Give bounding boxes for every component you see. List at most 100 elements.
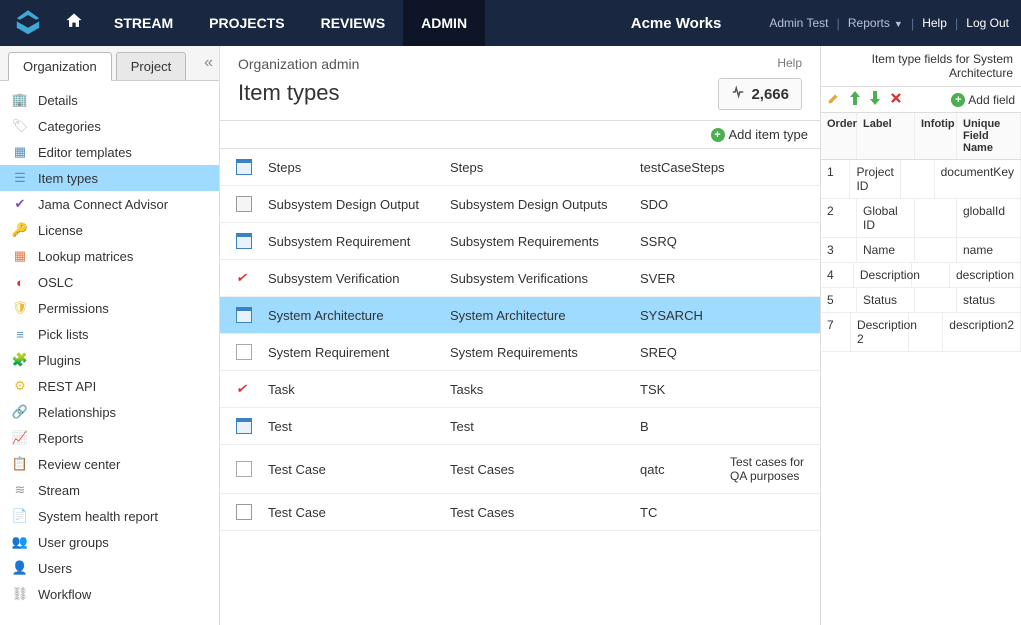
item-type-row[interactable]: StepsStepstestCaseSteps [220, 149, 820, 186]
field-infotip [912, 263, 950, 287]
item-key: qatc [640, 462, 730, 477]
sidebar-tabs: OrganizationProject « [0, 46, 219, 81]
item-name: Subsystem Requirement [260, 234, 450, 249]
link-icon: 🔗 [12, 404, 28, 420]
item-type-row[interactable]: System RequirementSystem RequirementsSRE… [220, 334, 820, 371]
field-row[interactable]: 7Description 2description2 [821, 313, 1021, 352]
col-label[interactable]: Label [857, 113, 915, 159]
field-infotip [915, 199, 957, 237]
sidebar-item-item-types[interactable]: ☰Item types [0, 165, 219, 191]
field-row[interactable]: 3Namename [821, 238, 1021, 263]
item-type-row[interactable]: Test CaseTest CasesTC [220, 494, 820, 531]
folder-type-icon [236, 196, 252, 212]
user-link[interactable]: Admin Test [769, 16, 828, 30]
sidebar-item-workflow[interactable]: ⛓Workflow [0, 581, 219, 607]
field-row[interactable]: 5Statusstatus [821, 288, 1021, 313]
content-header: Organization admin Help Item types 2,666 [220, 46, 820, 121]
sidebar-item-license[interactable]: 🔑License [0, 217, 219, 243]
fields-panel: Item type fields for System Architecture… [821, 46, 1021, 625]
sidebar-item-user-groups[interactable]: 👥User groups [0, 529, 219, 555]
picklist-icon: ≡ [12, 326, 28, 342]
doc-type-icon [236, 233, 252, 249]
sidebar-item-label: REST API [38, 379, 96, 394]
nav-reviews[interactable]: REVIEWS [303, 0, 404, 46]
sidebar-item-label: Lookup matrices [38, 249, 133, 264]
reports-dropdown[interactable]: Reports▼ [848, 16, 903, 30]
item-type-row[interactable]: Test CaseTest CasesqatcTest cases for QA… [220, 445, 820, 494]
delete-icon[interactable] [889, 91, 903, 108]
col-infotip[interactable]: Infotip [915, 113, 957, 159]
add-item-type-button[interactable]: + Add item type [711, 127, 809, 142]
stream-icon: ≋ [12, 482, 28, 498]
collapse-sidebar-icon[interactable]: « [204, 54, 213, 72]
sidebar-item-system-health-report[interactable]: 📄System health report [0, 503, 219, 529]
nav-projects[interactable]: PROJECTS [191, 0, 302, 46]
item-type-row[interactable]: Subsystem RequirementSubsystem Requireme… [220, 223, 820, 260]
sidebar-item-label: Item types [38, 171, 98, 186]
sidebar-item-label: Workflow [38, 587, 91, 602]
item-types-table[interactable]: StepsStepstestCaseStepsSubsystem Design … [220, 149, 820, 625]
page-type-icon [236, 344, 252, 360]
field-row[interactable]: 4Descriptiondescription [821, 263, 1021, 288]
sidebar-item-oslc[interactable]: ◐OSLC [0, 269, 219, 295]
item-key: testCaseSteps [640, 160, 730, 175]
content-help-link[interactable]: Help [777, 56, 802, 70]
field-row[interactable]: 2Global IDglobalId [821, 199, 1021, 238]
logout-link[interactable]: Log Out [966, 16, 1009, 30]
item-type-row[interactable]: Subsystem Design OutputSubsystem Design … [220, 186, 820, 223]
field-infotip [901, 160, 935, 198]
sidebar-item-details[interactable]: 🏢Details [0, 87, 219, 113]
circle-icon: ◐ [12, 274, 28, 290]
sidebar-item-label: Stream [38, 483, 80, 498]
item-plural: System Requirements [450, 345, 640, 360]
sidebar-item-users[interactable]: 👤Users [0, 555, 219, 581]
check-type-icon: ✔ [236, 270, 252, 286]
tab-organization[interactable]: Organization [8, 52, 112, 81]
user-icon: 👤 [12, 560, 28, 576]
item-type-row[interactable]: ✔ Subsystem VerificationSubsystem Verific… [220, 260, 820, 297]
edit-icon[interactable] [827, 91, 841, 108]
sidebar-item-jama-connect-advisor[interactable]: ✔Jama Connect Advisor [0, 191, 219, 217]
sidebar-item-stream[interactable]: ≋ Stream [0, 477, 219, 503]
sidebar-item-label: Permissions [38, 301, 109, 316]
sidebar-item-editor-templates[interactable]: ▦Editor templates [0, 139, 219, 165]
sidebar-item-lookup-matrices[interactable]: ▦Lookup matrices [0, 243, 219, 269]
item-name: Subsystem Verification [260, 271, 450, 286]
item-key: SDO [640, 197, 730, 212]
field-label: Name [857, 238, 915, 262]
item-plural: Subsystem Verifications [450, 271, 640, 286]
col-unique[interactable]: Unique Field Name [957, 113, 1021, 159]
content: Organization admin Help Item types 2,666… [220, 46, 821, 625]
up-arrow-icon[interactable] [849, 91, 861, 108]
sidebar-item-review-center[interactable]: 📋Review center [0, 451, 219, 477]
sidebar-list: 🏢Details🏷Categories▦Editor templates☰Ite… [0, 81, 219, 613]
shield-icon: 🛡 [12, 300, 28, 316]
item-desc: Test cases for QA purposes [730, 455, 812, 483]
col-order[interactable]: Order [821, 113, 857, 159]
sidebar-item-label: Editor templates [38, 145, 132, 160]
item-name: Task [260, 382, 450, 397]
item-type-row[interactable]: ✔TaskTasksTSK [220, 371, 820, 408]
sidebar-item-relationships[interactable]: 🔗Relationships [0, 399, 219, 425]
field-row[interactable]: 1Project IDdocumentKey [821, 160, 1021, 199]
sidebar-item-permissions[interactable]: 🛡 Permissions [0, 295, 219, 321]
field-label: Status [857, 288, 915, 312]
sidebar-item-reports[interactable]: 📈Reports [0, 425, 219, 451]
help-link[interactable]: Help [922, 16, 947, 30]
sidebar-item-pick-lists[interactable]: ≡Pick lists [0, 321, 219, 347]
plus-icon: + [711, 128, 725, 142]
item-type-row[interactable]: TestTestB [220, 408, 820, 445]
sidebar-item-categories[interactable]: 🏷Categories [0, 113, 219, 139]
sidebar-item-plugins[interactable]: 🧩Plugins [0, 347, 219, 373]
nav-admin[interactable]: ADMIN [403, 0, 485, 46]
field-order: 7 [821, 313, 851, 351]
home-icon[interactable] [64, 11, 84, 36]
add-field-button[interactable]: + Add field [951, 93, 1015, 107]
sidebar-item-rest-api[interactable]: ⚙REST API [0, 373, 219, 399]
topbar-right: Admin Test | Reports▼ | Help | Log Out [769, 16, 1009, 31]
tab-project[interactable]: Project [116, 52, 186, 80]
nav-stream[interactable]: STREAM [96, 0, 191, 46]
down-arrow-icon[interactable] [869, 91, 881, 108]
field-order: 5 [821, 288, 857, 312]
item-type-row[interactable]: System ArchitectureSystem ArchitectureSY… [220, 297, 820, 334]
